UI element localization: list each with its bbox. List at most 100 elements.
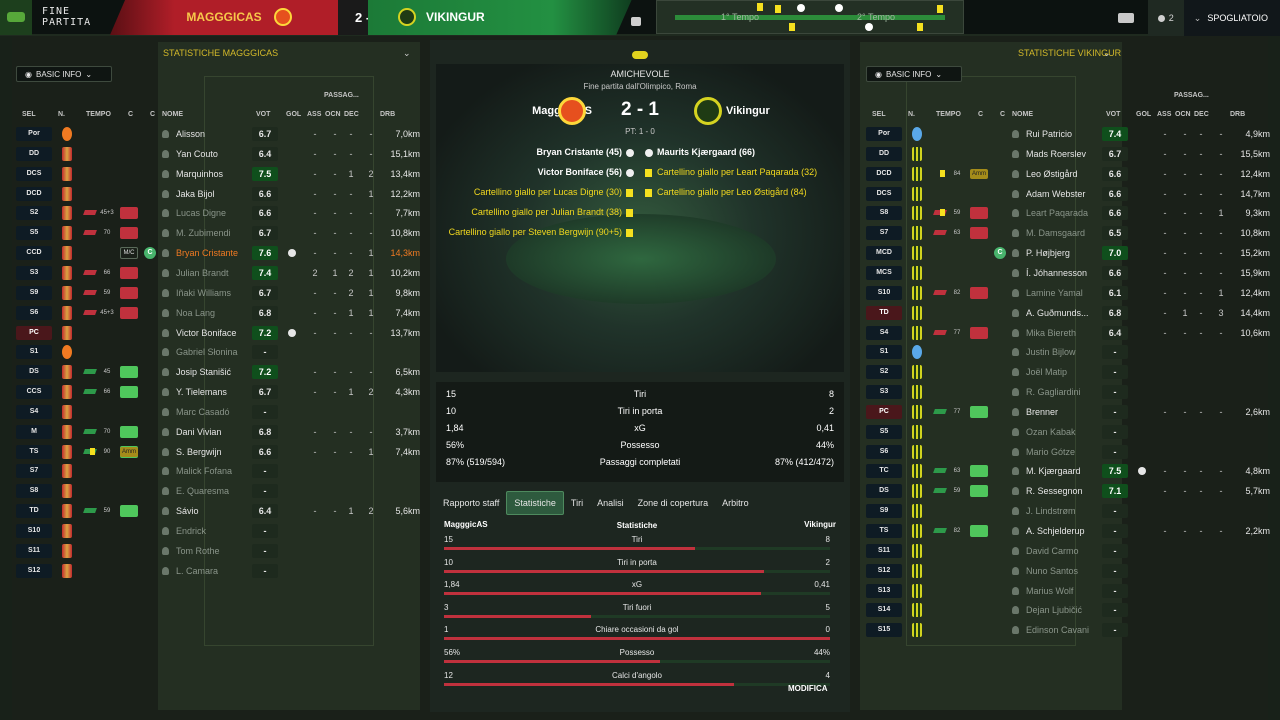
player-name[interactable]: Jaka Bijol (176, 187, 215, 201)
player-profile-icon[interactable] (162, 149, 169, 158)
player-profile-icon[interactable] (1012, 388, 1019, 397)
player-row[interactable]: S4 Marc Casadó - (16, 402, 416, 422)
column-header-nome[interactable]: NOME (1012, 111, 1033, 118)
sub-out-button[interactable] (120, 227, 138, 240)
player-profile-icon[interactable] (162, 249, 169, 258)
player-row[interactable]: S2 Joël Matip - (866, 362, 1266, 382)
player-name[interactable]: L. Camara (176, 564, 218, 578)
player-profile-icon[interactable] (162, 388, 169, 397)
player-row[interactable]: TS 82 A. Schjelderup - - - - - 2,2km (866, 521, 1270, 541)
away-team-label[interactable]: Vikingur (726, 105, 770, 117)
player-profile-icon[interactable] (162, 427, 169, 436)
player-profile-icon[interactable] (1012, 268, 1019, 277)
player-name[interactable]: A. Schjelderup (1026, 524, 1085, 538)
sub-out-button[interactable] (970, 286, 988, 299)
home-team-banner[interactable]: MAGGGICAS (110, 0, 368, 35)
sub-out-button[interactable] (970, 326, 988, 339)
users-button[interactable]: 2 (1147, 0, 1184, 36)
player-profile-icon[interactable] (1012, 368, 1019, 377)
shirt-icon[interactable] (631, 17, 641, 26)
player-row[interactable]: CCD M/C C Bryan Cristante 7.6 - - - 1 14,3km (16, 243, 420, 263)
column-header-ass[interactable]: ASS (1157, 111, 1171, 118)
player-name[interactable]: Noa Lang (176, 306, 215, 320)
sub-in-button[interactable] (970, 405, 988, 418)
column-header-c2[interactable]: C (1000, 111, 1005, 118)
bus-icon[interactable] (1117, 13, 1134, 23)
tab-4[interactable]: Zone di copertura (631, 491, 716, 515)
sub-in-button[interactable] (120, 366, 138, 379)
tab-0[interactable]: Rapporto staff (436, 491, 506, 515)
column-header-dec[interactable]: DEC (1194, 111, 1209, 118)
player-row[interactable]: S2 45+3 Lucas Digne 6.6 - - - - 7,7km (16, 203, 420, 223)
player-row[interactable]: S10 82 Lamine Yamal 6.1 - - - 1 12,4km (866, 283, 1270, 303)
column-header-ocn[interactable]: OCN (325, 111, 341, 118)
player-name[interactable]: David Carmo (1026, 544, 1079, 558)
player-name[interactable]: M. Zubimendi (176, 226, 231, 240)
sub-in-button[interactable] (970, 465, 988, 478)
player-name[interactable]: Ozan Kabak (1026, 425, 1076, 439)
sub-out-button[interactable] (120, 266, 138, 279)
player-name[interactable]: Marius Wolf (1026, 584, 1073, 598)
player-name[interactable]: Joël Matip (1026, 365, 1067, 379)
right-basic-info-dropdown[interactable]: ◉ BASIC INFO ⌄ (866, 66, 962, 82)
player-row[interactable]: TD A. Guðmunds... 6.8-1-3 14,4km (866, 303, 1270, 323)
player-name[interactable]: Leart Paqarada (1026, 206, 1088, 220)
player-row[interactable]: CCS 66 Y. Tielemans 6.7- -1 2 4,3km (16, 382, 420, 402)
player-row[interactable]: DCS Marquinhos 7.5- -1 2 13,4km (16, 164, 420, 184)
player-row[interactable]: S15 Edinson Cavani - (866, 620, 1266, 640)
tab-5[interactable]: Arbitro (715, 491, 756, 515)
player-row[interactable]: S4 77 Mika Biereth 6.4 - - - - 10,6km (866, 323, 1270, 343)
player-name[interactable]: Dani Vivian (176, 425, 221, 439)
player-profile-icon[interactable] (1012, 288, 1019, 297)
player-name[interactable]: Marquinhos (176, 167, 223, 181)
player-row[interactable]: S5 70 M. Zubimendi 6.7 - - - - 10,8km (16, 223, 420, 243)
player-row[interactable]: DCD Jaka Bijol 6.6 - - - 1 12,2km (16, 184, 420, 204)
column-header-ass[interactable]: ASS (307, 111, 321, 118)
player-name[interactable]: Mads Roerslev (1026, 147, 1086, 161)
player-row[interactable]: S6 Mario Gótze - (866, 442, 1266, 462)
player-name[interactable]: Lamine Yamal (1026, 286, 1083, 300)
player-name[interactable]: Rui Patricio (1026, 127, 1072, 141)
player-name[interactable]: M. Kjærgaard (1026, 464, 1081, 478)
player-name[interactable]: R. Gagliardini (1026, 385, 1081, 399)
player-name[interactable]: Dejan Ljubičić (1026, 603, 1082, 617)
player-profile-icon[interactable] (1012, 209, 1019, 218)
column-header-sel[interactable]: SEL (22, 111, 36, 118)
player-profile-icon[interactable] (162, 407, 169, 416)
player-row[interactable]: S8 E. Quaresma - (16, 481, 416, 501)
player-profile-icon[interactable] (1012, 427, 1019, 436)
player-profile-icon[interactable] (162, 527, 169, 535)
player-profile-icon[interactable] (162, 169, 169, 178)
player-profile-icon[interactable] (1012, 606, 1019, 615)
player-profile-icon[interactable] (162, 348, 169, 357)
tab-2[interactable]: Tiri (564, 491, 590, 515)
player-profile-icon[interactable] (162, 447, 169, 456)
player-profile-icon[interactable] (162, 288, 169, 297)
player-profile-icon[interactable] (162, 368, 169, 377)
player-name[interactable]: M. Damsgaard (1026, 226, 1085, 240)
player-name[interactable]: Nuno Santos (1026, 564, 1078, 578)
player-profile-icon[interactable] (1012, 308, 1019, 317)
player-profile-icon[interactable] (1012, 467, 1019, 476)
player-profile-icon[interactable] (1012, 169, 1019, 178)
player-name[interactable]: Mario Gótze (1026, 445, 1075, 459)
player-name[interactable]: Alisson (176, 127, 205, 141)
player-name[interactable]: Leo Østigård (1026, 167, 1078, 181)
column-header-tempo[interactable]: TEMPO (936, 111, 961, 118)
column-header-drb[interactable]: DRB (1230, 111, 1245, 118)
player-row[interactable]: DCD 84 Amm Leo Østigård 6.6 - - - - 12,4km (866, 164, 1270, 184)
player-name[interactable]: S. Bergwijn (176, 445, 222, 459)
column-header-c1[interactable]: C (128, 111, 133, 118)
column-header-vot[interactable]: VOT (256, 111, 270, 118)
player-name[interactable]: Y. Tielemans (176, 385, 227, 399)
chevron-down-icon[interactable]: ⌄ (403, 48, 411, 59)
player-name[interactable]: Gabriel Słonina (176, 345, 238, 359)
player-name[interactable]: Josip Stanišić (176, 365, 231, 379)
player-profile-icon[interactable] (162, 467, 169, 476)
player-row[interactable]: S13 Marius Wolf - (866, 581, 1266, 601)
sub-in-button[interactable] (970, 525, 988, 537)
sub-out-button[interactable] (120, 306, 138, 319)
player-profile-icon[interactable] (1012, 566, 1019, 575)
player-profile-icon[interactable] (1012, 348, 1019, 357)
sub-out-button[interactable] (120, 207, 138, 220)
